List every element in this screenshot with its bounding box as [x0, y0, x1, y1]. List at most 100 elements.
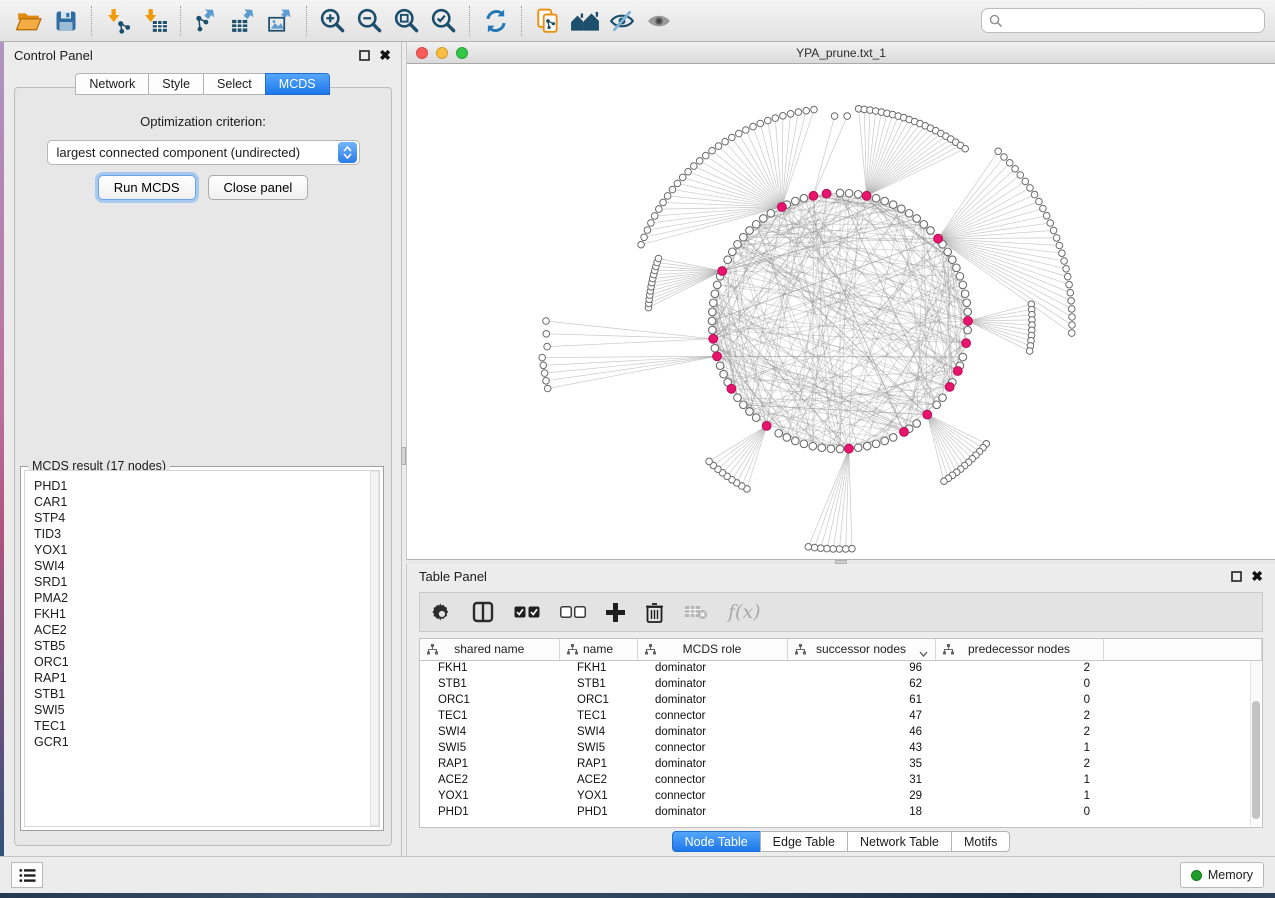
mcds-result-item[interactable]: TID3	[34, 526, 379, 542]
tab-node-table[interactable]: Node Table	[672, 831, 761, 852]
splitter-handle[interactable]	[401, 447, 406, 465]
export-image-button[interactable]	[262, 5, 299, 37]
table-cell: ORC1	[420, 692, 559, 708]
refresh-layout-button[interactable]	[477, 5, 514, 37]
zoom-selected-icon	[430, 7, 457, 34]
show-panels-button[interactable]	[11, 862, 43, 888]
zoom-fit-button[interactable]	[388, 5, 425, 37]
save-icon	[54, 9, 78, 33]
column-header-name[interactable]: name	[559, 639, 637, 660]
memory-button[interactable]: Memory	[1180, 862, 1264, 888]
float-panel-icon[interactable]	[1231, 571, 1242, 582]
save-session-button[interactable]	[47, 5, 84, 37]
table-cell-filler	[1103, 804, 1262, 820]
table-row[interactable]: ORC1ORC1dominator610	[420, 692, 1262, 708]
table-row[interactable]: FKH1FKH1dominator962	[420, 660, 1262, 676]
leaf-node	[669, 186, 676, 193]
mcds-result-item[interactable]: GCR1	[34, 734, 379, 750]
mcds-result-item[interactable]: ORC1	[34, 654, 379, 670]
splitter-handle[interactable]	[835, 560, 847, 564]
zoom-selected-button[interactable]	[425, 5, 462, 37]
graph-node	[913, 215, 921, 223]
mcds-result-group: MCDS result (17 nodes) PHD1CAR1STP4TID3Y…	[20, 466, 384, 831]
float-panel-icon[interactable]	[359, 50, 370, 61]
export-table-button[interactable]	[225, 5, 262, 37]
search-input[interactable]	[1008, 14, 1257, 28]
table-row[interactable]: ACE2ACE2connector311	[420, 772, 1262, 788]
table-row[interactable]: YOX1YOX1connector291	[420, 788, 1262, 804]
deselect-all-button[interactable]	[560, 598, 586, 626]
mcds-result-item[interactable]: YOX1	[34, 542, 379, 558]
network-canvas[interactable]	[407, 64, 1275, 559]
table-row[interactable]: SWI5SWI5connector431	[420, 740, 1262, 756]
tab-motifs[interactable]: Motifs	[951, 831, 1010, 852]
table-row[interactable]: TEC1TEC1connector472	[420, 708, 1262, 724]
import-network-button[interactable]	[99, 5, 136, 37]
table-options-button[interactable]	[432, 598, 452, 626]
refresh-icon	[483, 8, 509, 34]
close-panel-button[interactable]: Close panel	[208, 175, 309, 200]
graph-node	[729, 248, 737, 256]
mcds-result-item[interactable]: ACE2	[34, 622, 379, 638]
mcds-result-item[interactable]: STB1	[34, 686, 379, 702]
table-scrollbar-thumb[interactable]	[1252, 701, 1260, 819]
run-mcds-button[interactable]: Run MCDS	[98, 175, 196, 200]
delete-columns-button[interactable]	[645, 598, 664, 626]
tab-select[interactable]: Select	[203, 73, 266, 95]
tab-network-table[interactable]: Network Table	[847, 831, 952, 852]
tab-mcds[interactable]: MCDS	[265, 73, 330, 95]
window-zoom-traffic-light[interactable]	[456, 47, 468, 59]
result-list-scrollbar[interactable]	[370, 471, 379, 826]
mcds-result-item[interactable]: SWI5	[34, 702, 379, 718]
window-close-traffic-light[interactable]	[416, 47, 428, 59]
tab-edge-table[interactable]: Edge Table	[760, 831, 848, 852]
first-neighbors-button[interactable]	[566, 5, 603, 37]
table-cell: 1	[935, 740, 1103, 756]
search-field[interactable]	[981, 8, 1265, 33]
vertical-splitter[interactable]	[401, 42, 406, 856]
clone-network-button[interactable]	[529, 5, 566, 37]
table-cell: ACE2	[420, 772, 559, 788]
table-row[interactable]: SWI4SWI4dominator462	[420, 724, 1262, 740]
hide-selected-button[interactable]	[603, 5, 640, 37]
criterion-select[interactable]: largest connected component (undirected)	[47, 140, 360, 165]
mcds-result-item[interactable]: CAR1	[34, 494, 379, 510]
zoom-in-button[interactable]	[314, 5, 351, 37]
zoom-out-button[interactable]	[351, 5, 388, 37]
horizontal-splitter[interactable]	[406, 560, 1275, 564]
column-header-MCDS-role[interactable]: MCDS role	[637, 639, 787, 660]
tab-network[interactable]: Network	[75, 73, 149, 95]
leaf-node	[696, 158, 703, 165]
show-all-button[interactable]	[640, 5, 677, 37]
open-file-button[interactable]	[10, 5, 47, 37]
table-scrollbar[interactable]	[1250, 661, 1261, 826]
mcds-result-item[interactable]: TEC1	[34, 718, 379, 734]
leaf-node	[685, 168, 692, 175]
mcds-result-item[interactable]: FKH1	[34, 606, 379, 622]
mcds-result-item[interactable]: PHD1	[34, 478, 379, 494]
table-row[interactable]: PHD1PHD1dominator180	[420, 804, 1262, 820]
mcds-result-item[interactable]: SWI4	[34, 558, 379, 574]
mcds-result-item[interactable]: SRD1	[34, 574, 379, 590]
mcds-result-item[interactable]: RAP1	[34, 670, 379, 686]
tab-style[interactable]: Style	[148, 73, 204, 95]
close-panel-icon[interactable]: ✖	[379, 48, 391, 62]
mcds-result-item[interactable]: PMA2	[34, 590, 379, 606]
window-minimize-traffic-light[interactable]	[436, 47, 448, 59]
select-all-button[interactable]	[514, 598, 540, 626]
graph-node	[709, 308, 717, 316]
close-panel-icon[interactable]: ✖	[1251, 569, 1263, 583]
mcds-result-item[interactable]: STP4	[34, 510, 379, 526]
column-header-successor-nodes[interactable]: successor nodes	[787, 639, 935, 660]
mcds-result-list[interactable]: PHD1CAR1STP4TID3YOX1SWI4SRD1PMA2FKH1ACE2…	[24, 470, 380, 827]
import-table-button[interactable]	[136, 5, 173, 37]
column-header-shared-name[interactable]: shared name	[420, 639, 559, 660]
add-column-button[interactable]	[606, 598, 625, 626]
show-column-panel-button[interactable]	[472, 598, 494, 626]
mcds-result-item[interactable]: STB5	[34, 638, 379, 654]
table-row[interactable]: STB1STB1dominator620	[420, 676, 1262, 692]
leaf-node	[709, 147, 716, 154]
export-network-button[interactable]	[188, 5, 225, 37]
column-header-predecessor-nodes[interactable]: predecessor nodes	[935, 639, 1103, 660]
table-row[interactable]: RAP1RAP1dominator352	[420, 756, 1262, 772]
